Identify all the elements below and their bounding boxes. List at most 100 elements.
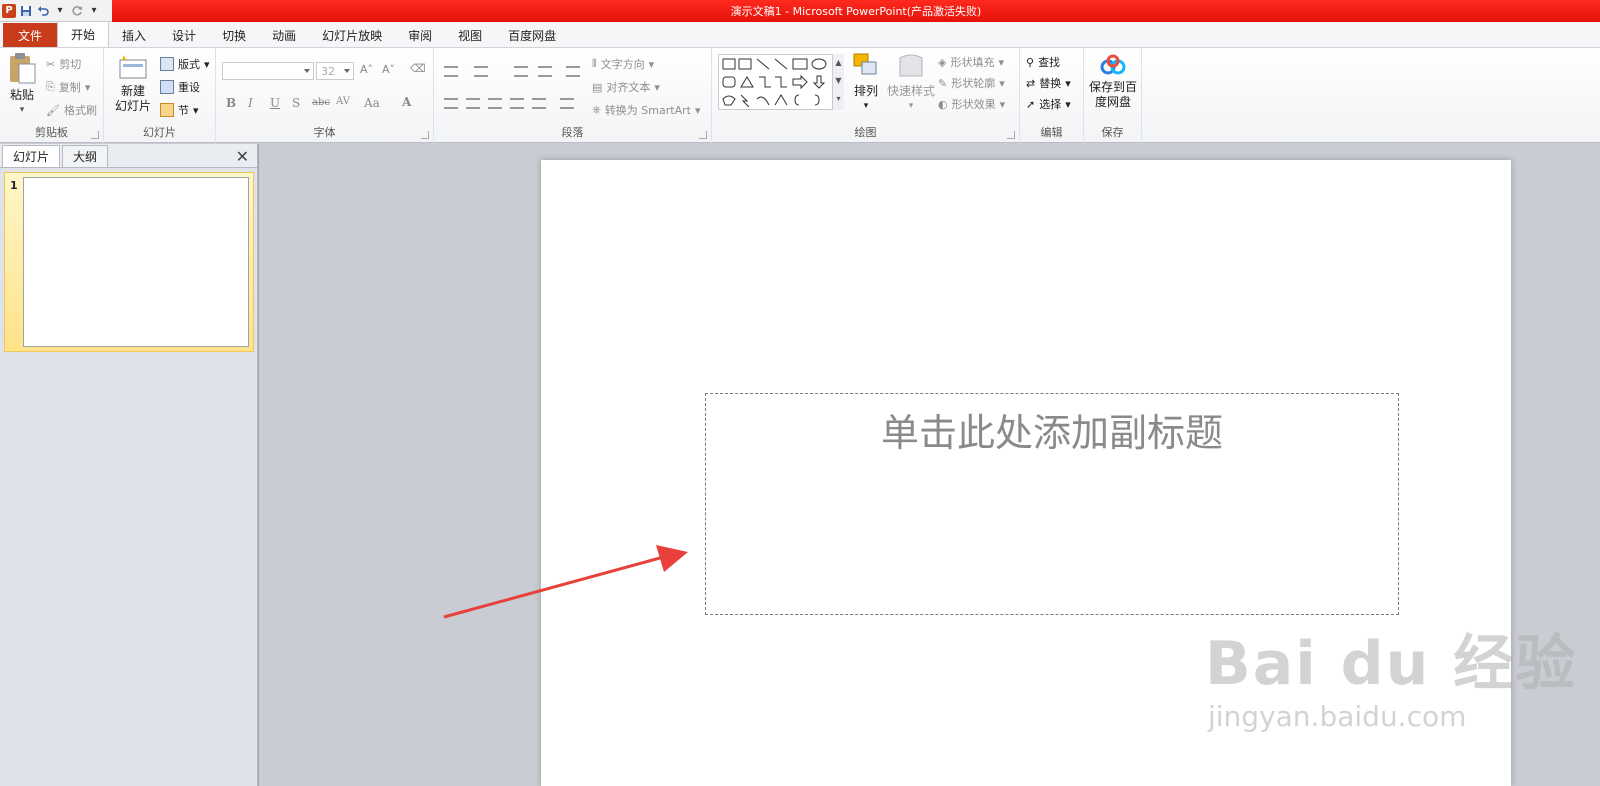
text-shadow-button[interactable]: S (292, 96, 300, 110)
powerpoint-app-icon[interactable]: P (2, 3, 16, 18)
tab-home[interactable]: 开始 (57, 21, 110, 47)
shape-effects-dropdown-icon: ▾ (999, 97, 1006, 111)
replace-dropdown-icon: ▾ (1065, 76, 1071, 90)
redo-icon[interactable] (70, 4, 84, 18)
tab-slides-pane[interactable]: 幻灯片 (2, 145, 61, 167)
new-slide-label-1: 新建 (120, 84, 145, 98)
copy-icon: ⎘ (46, 80, 55, 93)
shape-outline-dropdown-icon: ▾ (999, 76, 1005, 90)
align-center-icon[interactable] (466, 98, 480, 109)
align-text-dropdown-icon: ▾ (654, 80, 660, 94)
shape-outline-label: 形状轮廓 (951, 77, 996, 90)
font-size-combobox[interactable]: 32 (316, 62, 354, 80)
strikethrough-button[interactable]: abc (312, 97, 330, 108)
columns-icon[interactable] (560, 98, 574, 109)
tab-insert[interactable]: 插入 (109, 23, 159, 47)
paste-button[interactable]: 粘贴 ▾ (4, 52, 40, 118)
tab-view[interactable]: 视图 (445, 23, 495, 47)
close-icon[interactable]: ✕ (236, 147, 249, 166)
replace-icon: ⇄ (1026, 76, 1036, 90)
clipboard-launcher-icon[interactable] (91, 131, 99, 139)
shape-effects-button[interactable]: ◐ 形状效果 ▾ (938, 96, 1005, 112)
undo-dropdown-icon[interactable]: ▾ (53, 4, 67, 18)
shape-fill-button[interactable]: ◈ 形状填充 ▾ (938, 54, 1004, 70)
format-painter-button[interactable]: 🖌 格式刷 (46, 102, 97, 118)
convert-smartart-button[interactable]: ⎈ 转换为 SmartArt ▾ (592, 102, 700, 118)
tab-transitions[interactable]: 切换 (209, 23, 259, 47)
slides-panel: 幻灯片 大纲 ✕ 1 (0, 144, 258, 786)
text-direction-dropdown-icon: ▾ (648, 57, 655, 71)
bold-button[interactable]: B (226, 96, 236, 110)
quick-styles-label: 快速样式 (886, 84, 935, 98)
distributed-icon[interactable] (532, 98, 546, 109)
font-name-combobox[interactable] (222, 62, 314, 80)
tab-baidu-netdisk[interactable]: 百度网盘 (495, 23, 569, 47)
select-button[interactable]: ➚ 选择 ▾ (1026, 96, 1071, 112)
group-font: 32 A˄ A˅ ⌫ B I U S abc AV Aa A 字体 (216, 48, 434, 143)
font-launcher-icon[interactable] (421, 131, 429, 139)
arrange-label: 排列 (853, 84, 878, 98)
tab-design[interactable]: 设计 (159, 23, 209, 47)
group-editing: ⚲ 查找 ⇄ 替换 ▾ ➚ 选择 ▾ 编辑 (1020, 48, 1084, 143)
save-icon[interactable] (19, 4, 33, 18)
increase-indent-icon[interactable] (538, 66, 552, 77)
tab-slideshow[interactable]: 幻灯片放映 (309, 23, 395, 47)
shapes-gallery[interactable] (718, 54, 844, 110)
pane-splitter[interactable] (258, 144, 263, 786)
tab-review[interactable]: 审阅 (395, 23, 445, 47)
save-label-1: 保存到百 (1088, 80, 1137, 94)
paragraph-launcher-icon[interactable] (699, 131, 707, 139)
arrange-button[interactable]: 排列 ▾ (850, 52, 882, 114)
subtitle-placeholder[interactable]: 单击此处添加副标题 (705, 393, 1399, 615)
cursor-icon: ➚ (1026, 97, 1036, 111)
clear-formatting-button[interactable]: ⌫ (410, 62, 426, 75)
undo-icon[interactable] (36, 4, 50, 18)
section-button[interactable]: 节 ▾ (160, 102, 199, 118)
italic-button[interactable]: I (248, 96, 253, 110)
select-label: 选择 (1039, 98, 1062, 111)
layout-button[interactable]: 版式 ▾ (160, 56, 210, 72)
font-color-button[interactable]: A (402, 95, 411, 109)
replace-button[interactable]: ⇄ 替换 ▾ (1026, 75, 1071, 91)
paste-dropdown-icon[interactable]: ▾ (4, 103, 40, 118)
select-dropdown-icon: ▾ (1065, 97, 1071, 111)
find-button[interactable]: ⚲ 查找 (1026, 54, 1060, 70)
justify-icon[interactable] (510, 98, 524, 109)
tab-animations[interactable]: 动画 (259, 23, 309, 47)
text-direction-button[interactable]: ⫴ 文字方向 ▾ (592, 56, 654, 72)
underline-button[interactable]: U (270, 96, 280, 110)
slide-thumbnail[interactable] (23, 177, 249, 347)
reset-button[interactable]: 重设 (160, 79, 200, 95)
grow-font-button[interactable]: A˄ (360, 63, 373, 76)
quick-styles-button[interactable]: 快速样式 ▾ (886, 52, 936, 114)
decrease-indent-icon[interactable] (514, 66, 528, 77)
group-paragraph: ⫴ 文字方向 ▾ ▤ 对齐文本 ▾ ⎈ 转换为 SmartArt ▾ 段落 (434, 48, 712, 143)
drawing-launcher-icon[interactable] (1007, 131, 1015, 139)
align-right-icon[interactable] (488, 98, 502, 109)
layout-label: 版式 (178, 58, 200, 71)
character-spacing-button[interactable]: AV (336, 96, 350, 107)
binoculars-icon: ⚲ (1026, 55, 1035, 69)
align-text-button[interactable]: ▤ 对齐文本 ▾ (592, 79, 660, 95)
section-label: 节 (178, 104, 189, 117)
shapes-gallery-scroll[interactable]: ▲ ▼ ▾ (832, 54, 844, 110)
tab-outline-pane[interactable]: 大纲 (62, 145, 109, 167)
copy-button[interactable]: ⎘ 复制 ▾ (46, 79, 90, 95)
save-to-baidu-button[interactable]: 保存到百 度网盘 (1087, 54, 1139, 110)
line-spacing-icon[interactable] (566, 66, 580, 77)
bullets-icon[interactable] (444, 66, 458, 77)
shape-outline-button[interactable]: ✎ 形状轮廓 ▾ (938, 75, 1005, 91)
slides-group-label: 幻灯片 (143, 126, 176, 139)
slide-thumbnail-item[interactable]: 1 (4, 172, 254, 352)
new-slide-button[interactable]: 新建 幻灯片 (110, 54, 156, 114)
numbering-icon[interactable] (474, 66, 488, 77)
shape-effects-icon: ◐ (938, 97, 948, 111)
align-left-icon[interactable] (444, 98, 458, 109)
customize-toolbar-icon[interactable]: ▾ (87, 4, 101, 18)
tab-file[interactable]: 文件 (3, 23, 58, 47)
group-slides: 新建 幻灯片 版式 ▾ 重设 节 ▾ 幻灯片 (104, 48, 216, 143)
change-case-button[interactable]: Aa (364, 96, 380, 110)
cut-button[interactable]: ✂ 剪切 (46, 56, 81, 72)
shrink-font-button[interactable]: A˅ (382, 63, 395, 76)
text-direction-icon: ⫴ (592, 57, 597, 70)
